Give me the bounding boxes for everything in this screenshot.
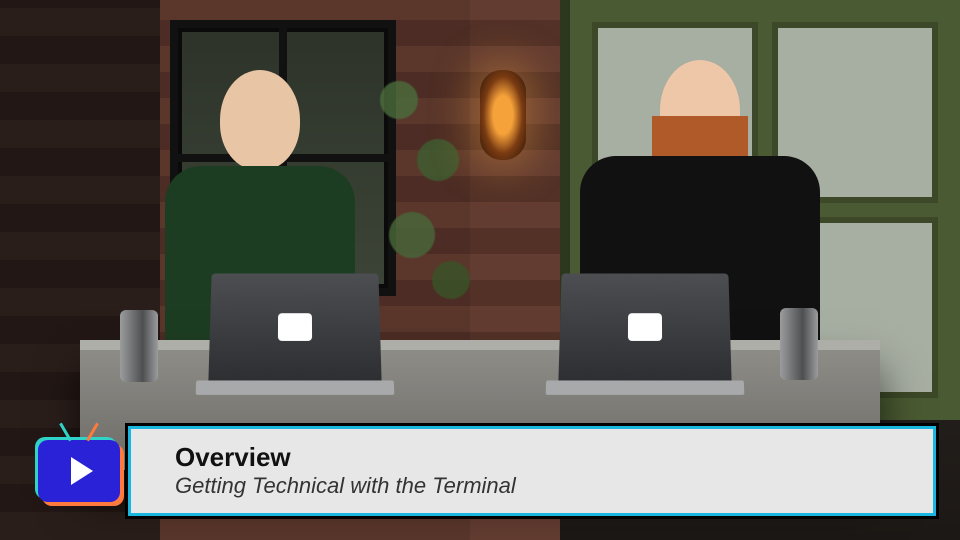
segment-subtitle: Getting Technical with the Terminal [175, 474, 913, 498]
play-tv-icon [38, 440, 120, 502]
set-wall-lamp [480, 70, 526, 160]
segment-title: Overview [175, 444, 913, 471]
laptop-right [558, 274, 731, 383]
laptop-left [208, 274, 381, 383]
tumbler-left [120, 310, 158, 382]
set-ivy-plant [360, 40, 490, 340]
brand-badge [24, 426, 134, 516]
lower-third: Overview Getting Technical with the Term… [24, 426, 936, 516]
laptop-sticker-icon [278, 313, 312, 341]
video-frame: Overview Getting Technical with the Term… [0, 0, 960, 540]
tumbler-right [780, 308, 818, 380]
lower-third-bar: Overview Getting Technical with the Term… [128, 426, 936, 516]
play-icon [71, 457, 93, 485]
laptop-sticker-icon [628, 313, 662, 341]
